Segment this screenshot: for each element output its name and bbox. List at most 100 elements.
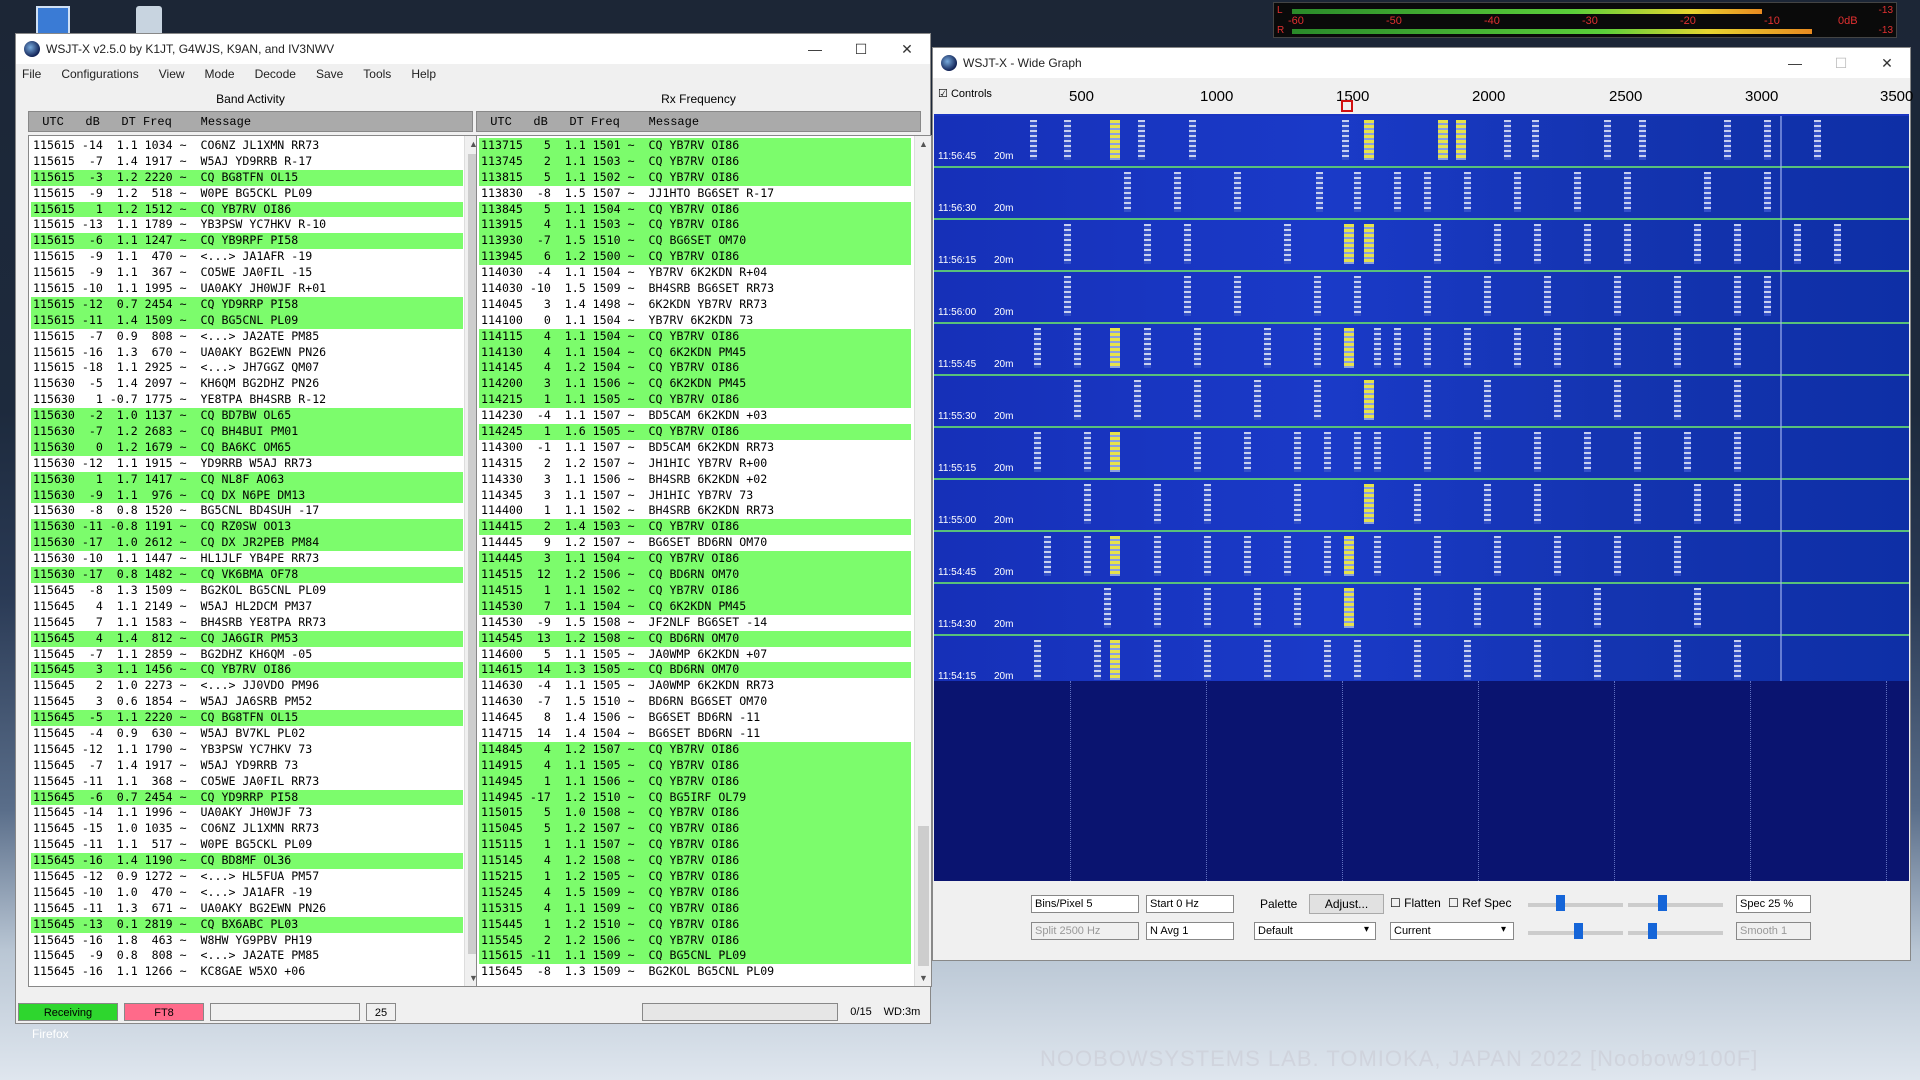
decode-row[interactable]: 115615 -7 0.9 808 ~ <...> JA2ATE PM85 xyxy=(31,329,463,345)
spec-gain-slider-handle[interactable] xyxy=(1574,923,1583,939)
decode-row[interactable]: 115615 -12 0.7 2454 ~ CQ YD9RRP PI58 xyxy=(31,296,463,313)
spectrum-area[interactable] xyxy=(934,681,1909,881)
menu-file[interactable]: File xyxy=(22,67,41,81)
decode-row[interactable]: 115615 -13 1.1 1789 ~ YB3PSW YC7HKV R-10 xyxy=(31,217,463,233)
decode-row[interactable]: 115645 4 1.1 2149 ~ W5AJ HL2DCM PM37 xyxy=(31,599,463,615)
frequency-scale[interactable]: 500 1000 1500 2000 2500 3000 3500 xyxy=(1018,86,1913,112)
decode-row[interactable]: 115645 -8 1.3 1509 ~ BG2KOL BG5CNL PL09 xyxy=(479,964,911,980)
decode-row[interactable]: 115645 -16 1.1 1266 ~ KC8GAE W5XO +06 xyxy=(31,964,463,980)
decode-row[interactable]: 114630 -7 1.5 1510 ~ BD6RN BG6SET OM70 xyxy=(479,694,911,710)
start-freq-spinbox[interactable]: Start 0 Hz xyxy=(1146,895,1234,913)
decode-row[interactable]: 114200 3 1.1 1506 ~ CQ 6K2KDN PM45 xyxy=(479,376,911,393)
zero-slider-handle[interactable] xyxy=(1658,895,1667,911)
decode-row[interactable]: 114630 -4 1.1 1505 ~ JA0WMP 6K2KDN RR73 xyxy=(479,678,911,694)
decode-row[interactable]: 114030 -4 1.1 1504 ~ YB7RV 6K2KDN R+04 xyxy=(479,265,911,281)
decode-row[interactable]: 115645 -10 1.0 470 ~ <...> JA1AFR -19 xyxy=(31,885,463,901)
close-icon[interactable]: ✕ xyxy=(884,41,930,58)
decode-row[interactable]: 115645 -11 1.3 671 ~ UA0AKY BG2EWN PN26 xyxy=(31,901,463,917)
decode-row[interactable]: 115630 -11 -0.8 1191 ~ CQ RZ0SW OO13 xyxy=(31,519,463,536)
menu-view[interactable]: View xyxy=(159,67,185,81)
spec-percent-spinbox[interactable]: Spec 25 % xyxy=(1736,895,1811,913)
decode-row[interactable]: 114945 1 1.1 1506 ~ CQ YB7RV OI86 xyxy=(479,773,911,790)
decode-row[interactable]: 115115 1 1.1 1507 ~ CQ YB7RV OI86 xyxy=(479,837,911,854)
decode-row[interactable]: 115645 -9 0.8 808 ~ <...> JA2ATE PM85 xyxy=(31,948,463,964)
decode-row[interactable]: 115245 4 1.5 1509 ~ CQ YB7RV OI86 xyxy=(479,884,911,901)
palette-select[interactable]: Default xyxy=(1254,922,1376,940)
decode-row[interactable]: 115630 -7 1.2 2683 ~ CQ BH4BUI PM01 xyxy=(31,424,463,440)
decode-row[interactable]: 115145 4 1.2 1508 ~ CQ YB7RV OI86 xyxy=(479,853,911,869)
spectrum-type-select[interactable]: Current xyxy=(1390,922,1514,940)
decode-row[interactable]: 114715 14 1.4 1504 ~ BG6SET BD6RN -11 xyxy=(479,726,911,742)
decode-row[interactable]: 115630 1 -0.7 1775 ~ YE8TPA BH4SRB R-12 xyxy=(31,392,463,408)
decode-row[interactable]: 115615 -16 1.3 670 ~ UA0AKY BG2EWN PN26 xyxy=(31,345,463,361)
close-icon[interactable]: ✕ xyxy=(1864,55,1910,72)
rx-frequency-marker[interactable] xyxy=(1341,100,1353,112)
decode-row[interactable]: 115615 -9 1.1 367 ~ CO5WE JA0FIL -15 xyxy=(31,265,463,281)
decode-row[interactable]: 114400 1 1.1 1502 ~ BH4SRB 6K2KDN RR73 xyxy=(479,503,911,519)
decode-row[interactable]: 114045 3 1.4 1498 ~ 6K2KDN YB7RV RR73 xyxy=(479,297,911,313)
decode-row[interactable]: 115645 7 1.1 1583 ~ BH4SRB YE8TPA RR73 xyxy=(31,615,463,631)
decode-row[interactable]: 115015 5 1.0 1508 ~ CQ YB7RV OI86 xyxy=(479,805,911,822)
menu-tools[interactable]: Tools xyxy=(363,67,391,81)
decode-row[interactable]: 115315 4 1.1 1509 ~ CQ YB7RV OI86 xyxy=(479,900,911,917)
decode-row[interactable]: 113830 -8 1.5 1507 ~ JJ1HTO BG6SET R-17 xyxy=(479,186,911,202)
decode-row[interactable]: 115645 -4 0.9 630 ~ W5AJ BV7KL PL02 xyxy=(31,726,463,742)
ref-spec-checkbox[interactable]: ☐ Ref Spec xyxy=(1448,896,1511,910)
decode-row[interactable]: 115630 -12 1.1 1915 ~ YD9RRB W5AJ RR73 xyxy=(31,456,463,472)
decode-row[interactable]: 115645 -5 1.1 2220 ~ CQ BG8TFN OL15 xyxy=(31,710,463,726)
decode-row[interactable]: 115630 -17 1.0 2612 ~ CQ DX JR2PEB PM84 xyxy=(31,535,463,552)
rx-frequency-list[interactable]: 113715 5 1.1 1501 ~ CQ YB7RV OI86 113745 … xyxy=(476,135,932,987)
menu-decode[interactable]: Decode xyxy=(255,67,296,81)
decode-row[interactable]: 115615 -6 1.1 1247 ~ CQ YB9RPF PI58 xyxy=(31,233,463,250)
decode-row[interactable]: 114330 3 1.1 1506 ~ BH4SRB 6K2KDN +02 xyxy=(479,472,911,488)
menu-save[interactable]: Save xyxy=(316,67,343,81)
decode-row[interactable]: 115645 -8 1.3 1509 ~ BG2KOL BG5CNL PL09 xyxy=(31,583,463,599)
taskbar-label-firefox[interactable]: Firefox xyxy=(32,1027,69,1041)
decode-row[interactable]: 115615 -18 1.1 2925 ~ <...> JH7GGZ QM07 xyxy=(31,360,463,376)
decode-row[interactable]: 114230 -4 1.1 1507 ~ BD5CAM 6K2KDN +03 xyxy=(479,408,911,424)
decode-row[interactable]: 113715 5 1.1 1501 ~ CQ YB7RV OI86 xyxy=(479,138,911,154)
decode-row[interactable]: 115645 -15 1.0 1035 ~ CO6NZ JL1XMN RR73 xyxy=(31,821,463,837)
decode-row[interactable]: 114845 4 1.2 1507 ~ CQ YB7RV OI86 xyxy=(479,741,911,758)
decode-row[interactable]: 113745 2 1.1 1503 ~ CQ YB7RV OI86 xyxy=(479,153,911,170)
scroll-down-icon[interactable]: ▼ xyxy=(915,970,931,986)
adjust-button[interactable]: Adjust... xyxy=(1309,894,1384,914)
decode-row[interactable]: 114600 5 1.1 1505 ~ JA0WMP 6K2KDN +07 xyxy=(479,647,911,663)
decode-row[interactable]: 114445 3 1.1 1504 ~ CQ YB7RV OI86 xyxy=(479,551,911,568)
band-activity-list[interactable]: 115615 -14 1.1 1034 ~ CO6NZ JL1XMN RR73 1… xyxy=(28,135,482,987)
decode-row[interactable]: 115615 -14 1.1 1034 ~ CO6NZ JL1XMN RR73 xyxy=(31,138,463,154)
minimize-icon[interactable]: — xyxy=(1772,55,1818,71)
decode-row[interactable]: 115645 -13 0.1 2819 ~ CQ BX6ABC PL03 xyxy=(31,916,463,933)
bins-per-pixel-spinbox[interactable]: Bins/Pixel 5 xyxy=(1031,895,1139,913)
decode-row[interactable]: 114300 -1 1.1 1507 ~ BD5CAM 6K2KDN RR73 xyxy=(479,440,911,456)
decode-row[interactable]: 114515 12 1.2 1506 ~ CQ BD6RN OM70 xyxy=(479,567,911,583)
decode-row[interactable]: 115645 2 1.0 2273 ~ <...> JJ0VDO PM96 xyxy=(31,678,463,694)
decode-row[interactable]: 115630 -5 1.4 2097 ~ KH6QM BG2DHZ PN26 xyxy=(31,376,463,392)
decode-row[interactable]: 115645 -16 1.8 463 ~ W8HW YG9PBV PH19 xyxy=(31,933,463,949)
decode-row[interactable]: 115645 -14 1.1 1996 ~ UA0AKY JH0WJF 73 xyxy=(31,805,463,821)
decode-row[interactable]: 114545 13 1.2 1508 ~ CQ BD6RN OM70 xyxy=(479,630,911,647)
decode-row[interactable]: 114245 1 1.6 1505 ~ CQ YB7RV OI86 xyxy=(479,424,911,440)
decode-row[interactable]: 115615 -9 1.2 518 ~ W0PE BG5CKL PL09 xyxy=(31,186,463,202)
rx-frequency-scrollbar[interactable]: ▲ ▼ xyxy=(914,136,931,986)
decode-row[interactable]: 115645 -6 0.7 2454 ~ CQ YD9RRP PI58 xyxy=(31,789,463,806)
decode-row[interactable]: 115615 -7 1.4 1917 ~ W5AJ YD9RRB R-17 xyxy=(31,154,463,170)
decode-row[interactable]: 115615 1 1.2 1512 ~ CQ YB7RV OI86 xyxy=(31,201,463,218)
decode-row[interactable]: 115645 -7 1.4 1917 ~ W5AJ YD9RRB 73 xyxy=(31,758,463,774)
decode-row[interactable]: 114215 1 1.1 1505 ~ CQ YB7RV OI86 xyxy=(479,392,911,409)
decode-row[interactable]: 115630 -17 0.8 1482 ~ CQ VK6BMA OF78 xyxy=(31,567,463,583)
recycle-bin-icon[interactable] xyxy=(136,6,162,36)
decode-row[interactable]: 115645 3 1.1 1456 ~ CQ YB7RV OI86 xyxy=(31,662,463,679)
decode-row[interactable]: 114130 4 1.1 1504 ~ CQ 6K2KDN PM45 xyxy=(479,344,911,361)
decode-row[interactable]: 115045 5 1.2 1507 ~ CQ YB7RV OI86 xyxy=(479,821,911,838)
scroll-thumb[interactable] xyxy=(918,826,929,966)
decode-row[interactable]: 114030 -10 1.5 1509 ~ BH4SRB BG6SET RR73 xyxy=(479,281,911,297)
n-avg-spinbox[interactable]: N Avg 1 xyxy=(1146,922,1234,940)
decode-row[interactable]: 114415 2 1.4 1503 ~ CQ YB7RV OI86 xyxy=(479,519,911,536)
decode-row[interactable]: 113945 6 1.2 1500 ~ CQ YB7RV OI86 xyxy=(479,249,911,266)
decode-row[interactable]: 115645 -12 1.1 1790 ~ YB3PSW YC7HKV 73 xyxy=(31,742,463,758)
decode-row[interactable]: 114315 2 1.2 1507 ~ JH1HIC YB7RV R+00 xyxy=(479,456,911,472)
decode-row[interactable]: 115545 2 1.2 1506 ~ CQ YB7RV OI86 xyxy=(479,932,911,949)
decode-row[interactable]: 114645 8 1.4 1506 ~ BG6SET BD6RN -11 xyxy=(479,710,911,726)
decode-row[interactable]: 114515 1 1.1 1502 ~ CQ YB7RV OI86 xyxy=(479,582,911,599)
